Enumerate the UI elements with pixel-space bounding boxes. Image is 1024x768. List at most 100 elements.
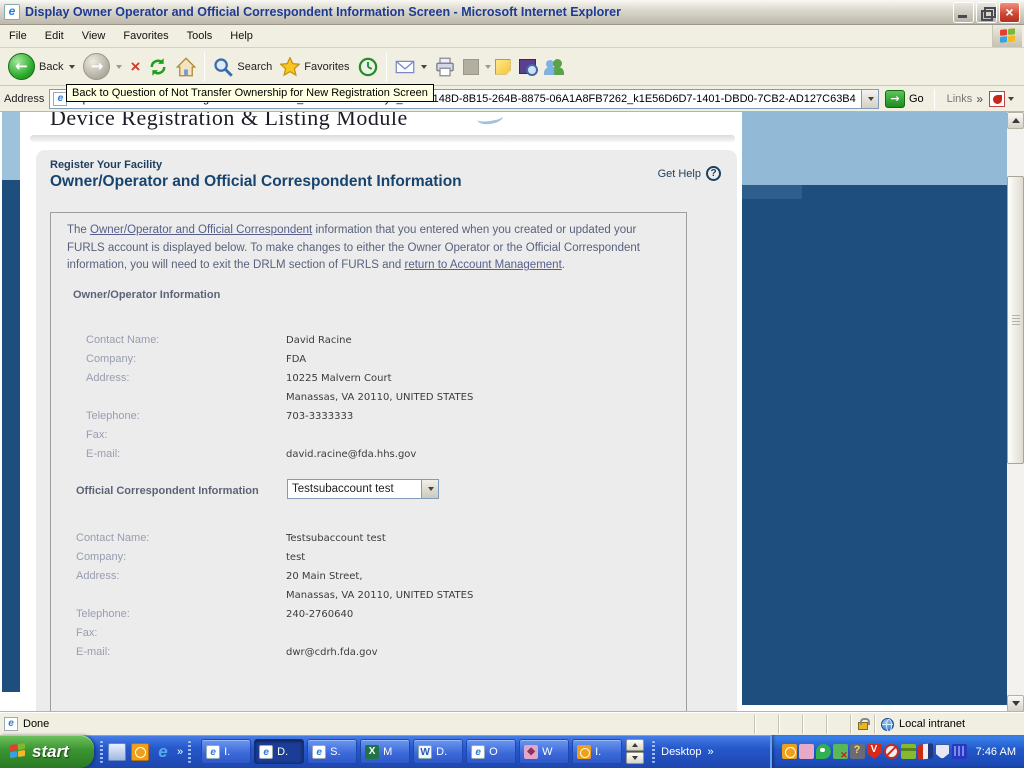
tray-language-flag-icon[interactable] [917, 743, 933, 760]
scroll-up-button[interactable] [1007, 112, 1024, 129]
windows-flag-icon [10, 743, 26, 760]
desktop-chevron-icon[interactable]: » [707, 746, 713, 758]
task-button[interactable]: ◆ W [519, 739, 570, 764]
back-dropdown-icon[interactable] [69, 64, 76, 69]
address-dropdown-button[interactable] [860, 89, 878, 108]
tray-status-offline-icon[interactable] [832, 744, 848, 761]
field-row: Contact Name: David Racine [86, 331, 473, 350]
field-label: Company: [76, 551, 127, 563]
home-button[interactable] [172, 55, 200, 79]
forward-icon: → [83, 53, 111, 80]
history-button[interactable] [354, 55, 382, 79]
quick-launch-chevron-icon[interactable]: » [177, 746, 183, 758]
research-button[interactable] [515, 57, 540, 76]
mail-dropdown-icon[interactable] [420, 64, 427, 69]
field-value: David Racine [286, 335, 352, 346]
start-button[interactable]: start [0, 735, 94, 768]
tray-security-shield-icon[interactable] [934, 744, 950, 759]
tray-messenger-icon[interactable] [815, 744, 831, 759]
links-label[interactable]: Links [947, 93, 973, 105]
menu-view[interactable]: View [73, 27, 115, 45]
field-row: Telephone: 240-2760640 [76, 605, 473, 624]
task-button[interactable]: e I. [201, 739, 252, 764]
field-label: E-mail: [76, 646, 111, 658]
tray-clock-icon[interactable] [781, 744, 797, 759]
field-value: 240-2760640 [286, 609, 354, 620]
stop-button[interactable]: × [126, 55, 144, 79]
task-button[interactable]: I. [572, 739, 623, 764]
page-left-band [2, 112, 20, 692]
back-button[interactable]: ← Back [4, 51, 79, 82]
tray-updates-package-icon[interactable] [900, 744, 916, 759]
menu-edit[interactable]: Edit [36, 27, 73, 45]
refresh-button[interactable] [144, 55, 172, 79]
get-help-label: Get Help [657, 167, 701, 180]
restore-button[interactable] [976, 1, 997, 23]
scroll-down-button[interactable] [1007, 695, 1024, 712]
tray-clock-time[interactable]: 7:46 AM [976, 746, 1016, 758]
adobe-pdf-icon[interactable] [989, 90, 1005, 107]
taskbar-scroll-up[interactable] [626, 739, 645, 751]
close-button[interactable]: × [999, 1, 1020, 23]
pdf-dropdown-icon[interactable] [1008, 96, 1014, 101]
menu-tools[interactable]: Tools [178, 27, 222, 45]
correspondent-section-heading: Official Correspondent Information [76, 485, 259, 497]
get-help-link[interactable]: Get Help ? [658, 166, 721, 181]
title-bar: e Display Owner Operator and Official Co… [0, 0, 1024, 25]
back-label: Back [39, 60, 64, 73]
toolbar-handle[interactable] [652, 740, 656, 763]
field-value: 703-3333333 [286, 411, 354, 422]
quick-launch-ie-icon[interactable]: e [154, 743, 172, 761]
favorites-button[interactable]: Favorites [276, 55, 353, 79]
discuss-button[interactable] [491, 57, 515, 77]
field-value: Manassas, VA 20110, UNITED STATES [286, 392, 474, 403]
page-right-band [742, 112, 1008, 705]
field-row: Fax: [86, 426, 473, 445]
field-row: Company: test [76, 548, 473, 567]
search-button[interactable]: Search [209, 55, 276, 79]
scrollbar-thumb[interactable] [1007, 176, 1024, 464]
toolbar-handle[interactable] [188, 740, 192, 763]
show-desktop-icon[interactable] [108, 742, 126, 761]
tray-network-icon[interactable] [951, 744, 967, 759]
field-value: FDA [286, 354, 307, 365]
print-button[interactable] [431, 55, 459, 79]
minimize-button[interactable] [953, 1, 974, 23]
taskbar-scroll-down[interactable] [626, 752, 645, 764]
go-button[interactable]: → Go [884, 89, 924, 108]
mail-button[interactable] [391, 55, 431, 79]
menu-favorites[interactable]: Favorites [114, 27, 177, 45]
forward-button[interactable]: → [79, 51, 126, 82]
task-label: M [383, 745, 393, 758]
content-panel: Register Your Facility Owner/Operator an… [36, 150, 737, 712]
toolbar-handle[interactable] [100, 740, 103, 763]
vertical-scrollbar[interactable] [1007, 112, 1024, 712]
task-button[interactable]: eO [466, 739, 517, 764]
account-management-link[interactable]: return to Account Management [405, 259, 562, 271]
status-empty-pane [802, 714, 826, 734]
menu-file[interactable]: File [0, 27, 36, 45]
stop-icon: × [130, 56, 141, 76]
quick-launch-clock-icon[interactable] [131, 742, 149, 761]
task-button-active[interactable]: e D. [254, 739, 305, 764]
messenger-button[interactable] [540, 57, 568, 77]
select-dropdown-button[interactable] [421, 480, 438, 498]
intro-text: . [561, 259, 565, 271]
links-chevron-icon[interactable]: » [976, 92, 983, 106]
task-button[interactable]: XM [360, 739, 411, 764]
owner-operator-link[interactable]: Owner/Operator and Official Corresponden… [90, 224, 312, 236]
menu-help[interactable]: Help [221, 27, 262, 45]
correspondent-select[interactable]: Testsubaccount test [287, 479, 439, 499]
tray-print-spooler-icon[interactable] [798, 744, 814, 759]
task-label: I. [595, 745, 602, 758]
tray-antivirus-shield-icon[interactable] [866, 744, 882, 759]
lock-icon [857, 718, 870, 730]
tray-blocked-icon[interactable] [883, 744, 899, 759]
messenger-people-icon [543, 58, 564, 75]
desktop-label[interactable]: Desktop [661, 746, 701, 758]
tray-help-key-icon[interactable] [849, 744, 865, 759]
task-button[interactable]: e S. [307, 739, 358, 764]
mail-icon [395, 60, 414, 73]
ie-window: e Display Owner Operator and Official Co… [0, 0, 1024, 768]
task-button[interactable]: W D. [413, 739, 464, 764]
